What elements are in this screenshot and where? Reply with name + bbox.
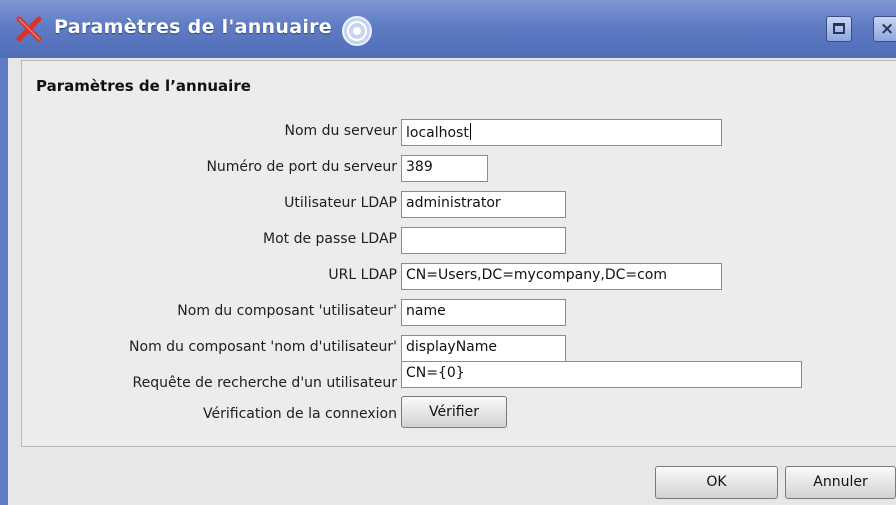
window-titlebar[interactable]: Paramètres de l'annuaire ×: [0, 0, 896, 59]
text-caret: [469, 123, 471, 140]
ldap-password-label: Mot de passe LDAP: [262, 231, 397, 247]
close-icon: ×: [880, 19, 895, 39]
maximize-button[interactable]: [826, 16, 852, 42]
ok-button[interactable]: OK: [655, 466, 778, 499]
server-port-input[interactable]: 389: [401, 155, 488, 182]
window-title: Paramètres de l'annuaire: [54, 16, 332, 38]
username-component-input[interactable]: displayName: [401, 335, 566, 362]
ldap-url-input[interactable]: CN=Users,DC=mycompany,DC=com: [401, 263, 722, 290]
maximize-icon: [833, 23, 845, 34]
connection-check-label: Vérification de la connexion: [203, 406, 397, 422]
server-port-label: Numéro de port du serveur: [206, 159, 397, 175]
user-search-query-label: Requête de recherche d'un utilisateur: [132, 375, 397, 391]
ldap-password-input[interactable]: [401, 227, 566, 254]
user-component-input[interactable]: name: [401, 299, 566, 326]
server-name-input[interactable]: localhost: [401, 119, 722, 146]
close-button[interactable]: ×: [873, 16, 896, 42]
user-search-query-input[interactable]: CN={0}: [401, 361, 802, 388]
cancel-button[interactable]: Annuler: [785, 466, 896, 499]
user-component-label: Nom du composant 'utilisateur': [177, 303, 397, 319]
app-x-icon: [16, 16, 42, 42]
group-title: Paramètres de l’annuaire: [36, 77, 251, 95]
verify-button[interactable]: Vérifier: [401, 396, 507, 428]
ldap-url-label: URL LDAP: [328, 267, 397, 283]
ldap-user-label: Utilisateur LDAP: [284, 195, 397, 211]
server-name-label: Nom du serveur: [284, 123, 397, 139]
shade-icon[interactable]: [340, 14, 374, 48]
username-component-label: Nom du composant 'nom d'utilisateur': [129, 339, 397, 355]
ldap-user-input[interactable]: administrator: [401, 191, 566, 218]
